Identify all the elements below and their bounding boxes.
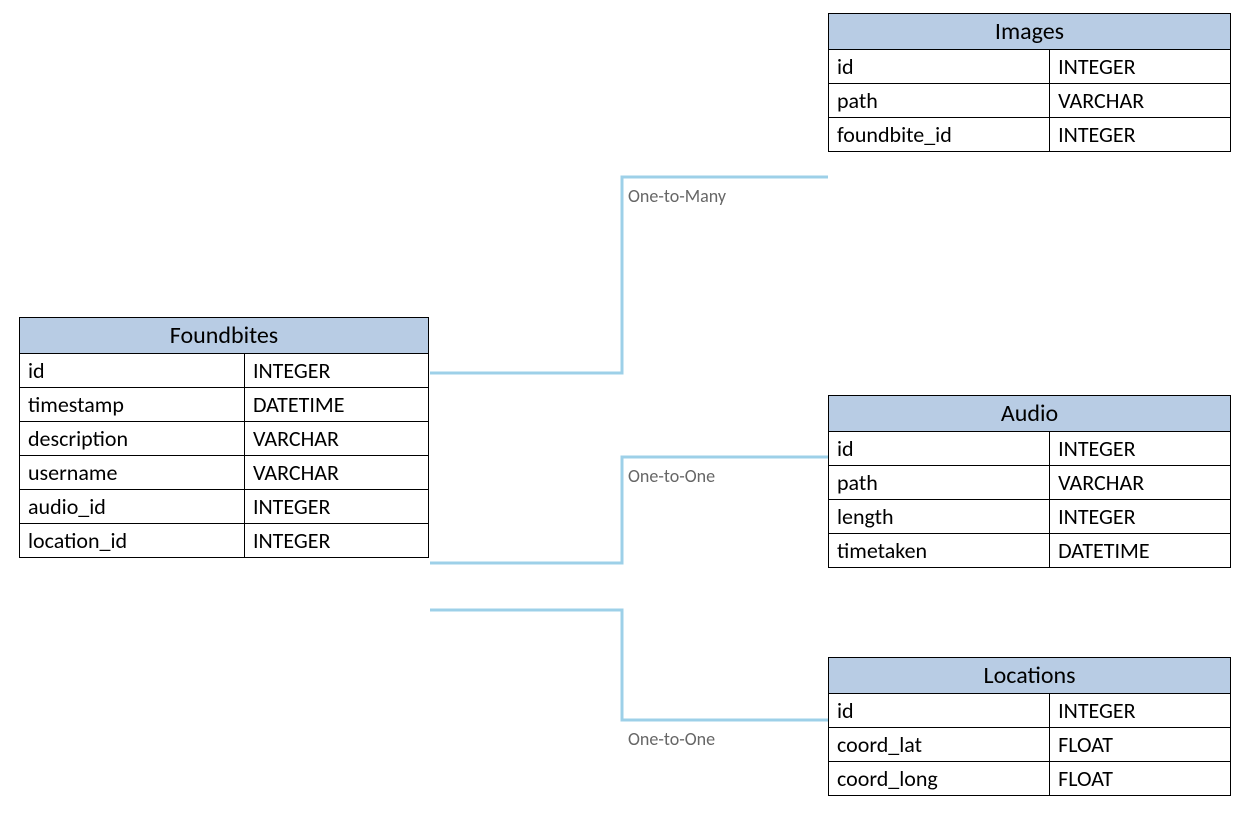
relation-label-images: One-to-Many <box>628 185 726 207</box>
table-row: lengthINTEGER <box>829 500 1231 534</box>
table-audio: Audio idINTEGER pathVARCHAR lengthINTEGE… <box>828 395 1231 568</box>
table-row: idINTEGER <box>20 354 429 388</box>
relation-label-audio: One-to-One <box>628 465 715 487</box>
table-row: foundbite_idINTEGER <box>829 118 1231 152</box>
table-locations-title: Locations <box>829 658 1231 694</box>
table-foundbites: Foundbites idINTEGER timestampDATETIME d… <box>19 317 429 558</box>
table-row: usernameVARCHAR <box>20 456 429 490</box>
relation-label-locations: One-to-One <box>628 728 715 750</box>
table-row: idINTEGER <box>829 694 1231 728</box>
table-row: pathVARCHAR <box>829 466 1231 500</box>
table-row: timestampDATETIME <box>20 388 429 422</box>
table-row: location_idINTEGER <box>20 524 429 558</box>
table-row: timetakenDATETIME <box>829 534 1231 568</box>
table-locations: Locations idINTEGER coord_latFLOAT coord… <box>828 657 1231 796</box>
table-row: idINTEGER <box>829 432 1231 466</box>
table-foundbites-title: Foundbites <box>20 318 429 354</box>
table-images-title: Images <box>829 14 1231 50</box>
table-row: descriptionVARCHAR <box>20 422 429 456</box>
table-images: Images idINTEGER pathVARCHAR foundbite_i… <box>828 13 1231 152</box>
table-row: pathVARCHAR <box>829 84 1231 118</box>
table-row: idINTEGER <box>829 50 1231 84</box>
table-row: coord_latFLOAT <box>829 728 1231 762</box>
table-audio-title: Audio <box>829 396 1231 432</box>
table-row: coord_longFLOAT <box>829 762 1231 796</box>
table-row: audio_idINTEGER <box>20 490 429 524</box>
